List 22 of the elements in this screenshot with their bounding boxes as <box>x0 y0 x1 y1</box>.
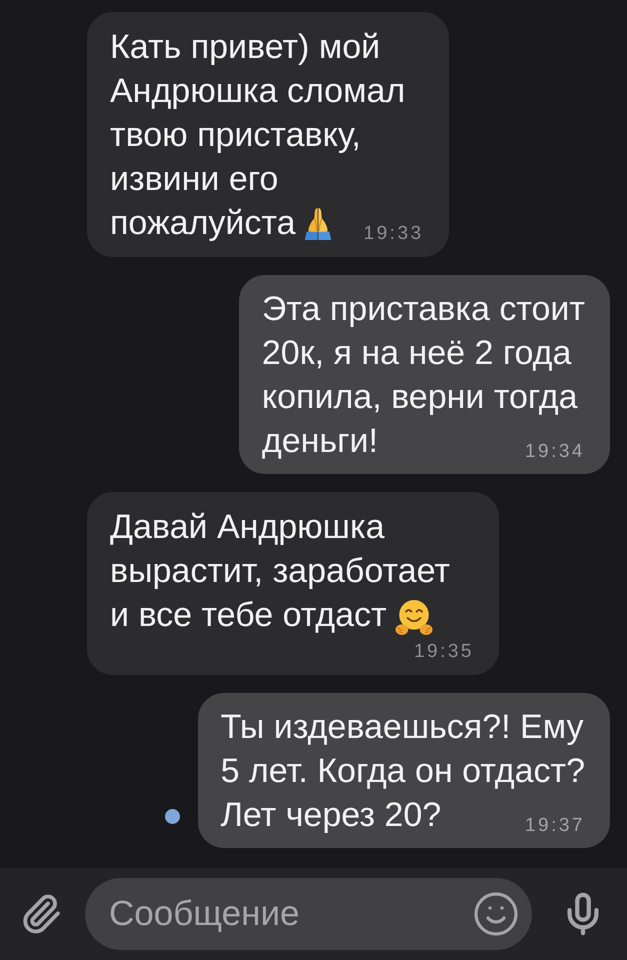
message-text: Ты издеваешься?! Ему <box>220 707 584 748</box>
message-time: 19:33 <box>364 223 424 245</box>
message-input[interactable]: Сообщение <box>85 878 532 950</box>
emoji-icon[interactable] <box>472 890 520 938</box>
message-text: Давай Андрюшка <box>110 507 384 548</box>
message-text: Андрюшка сломал <box>110 71 406 112</box>
message-text: пожалуйста <box>110 203 296 244</box>
message-time: 19:35 <box>414 641 474 663</box>
message-text: 20к, я на неё 2 года <box>262 333 572 374</box>
message-time: 19:34 <box>524 441 585 463</box>
message-text: деньги! <box>262 421 378 462</box>
hugging-face-icon <box>394 599 433 637</box>
message-text: 5 лет. Когда он отдаст? <box>220 751 585 792</box>
message-text: Эта приставка стоит <box>262 289 585 330</box>
message-text: Лет через 20? <box>220 795 442 836</box>
message-text: извини его <box>110 159 278 200</box>
message-text: Кать привет) мой <box>110 27 380 68</box>
message-text: и все тебе отдаст <box>110 595 387 636</box>
message-text: вырастит, заработает <box>110 551 450 592</box>
message-text: твою приставку, <box>110 115 361 156</box>
message-text: копила, верни тогда <box>262 377 578 418</box>
message-time: 19:37 <box>524 815 585 837</box>
